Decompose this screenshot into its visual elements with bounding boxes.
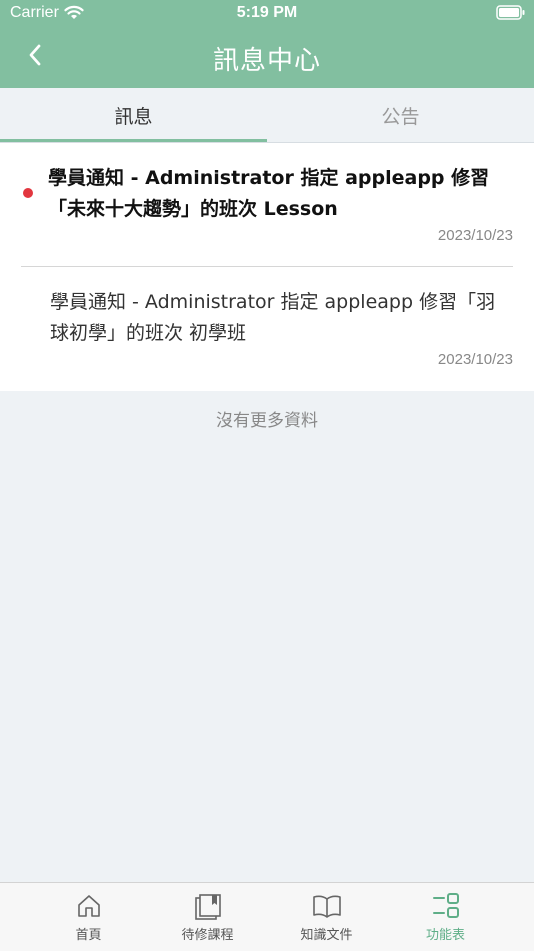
message-date: 2023/10/23 — [437, 227, 513, 244]
segmented-tabs: 訊息 公告 — [0, 88, 534, 143]
tab-messages[interactable]: 訊息 — [0, 88, 267, 142]
tabbar-label: 首頁 — [75, 928, 102, 943]
message-date: 2023/10/23 — [437, 351, 513, 368]
message-text: 學員通知 - Administrator 指定 appleapp 修習「羽球初學… — [50, 291, 496, 344]
tab-announcements[interactable]: 公告 — [267, 88, 534, 142]
book-icon — [312, 893, 342, 923]
message-item[interactable]: 學員通知 - Administrator 指定 appleapp 修習「羽球初學… — [0, 267, 534, 391]
bottom-tab-bar: 首頁 待修課程 知識文件 功能表 — [0, 882, 534, 951]
no-more-data-label: 沒有更多資料 — [216, 411, 318, 431]
battery-icon — [496, 5, 526, 24]
home-icon — [76, 893, 102, 923]
status-bar: Carrier 5:19 PM — [0, 0, 534, 28]
tabbar-item-docs[interactable]: 知識文件 — [267, 883, 386, 951]
message-list: 學員通知 - Administrator 指定 appleapp 修習「未來十大… — [0, 143, 534, 391]
menu-icon — [432, 893, 460, 923]
tabbar-item-courses[interactable]: 待修課程 — [148, 883, 267, 951]
tabbar-label: 待修課程 — [181, 928, 234, 943]
unread-indicator — [23, 188, 33, 198]
course-icon — [194, 893, 222, 925]
clock: 5:19 PM — [236, 4, 298, 21]
active-tab-indicator — [0, 139, 267, 142]
message-text: 學員通知 - Administrator 指定 appleapp 修習「未來十大… — [48, 167, 490, 220]
tabbar-label: 功能表 — [425, 928, 465, 943]
tabbar-label: 知識文件 — [300, 928, 353, 943]
message-item[interactable]: 學員通知 - Administrator 指定 appleapp 修習「未來十大… — [0, 143, 534, 267]
page-title: 訊息中心 — [212, 46, 321, 76]
tabbar-item-home[interactable]: 首頁 — [29, 883, 148, 951]
tabbar-item-menu[interactable]: 功能表 — [386, 883, 505, 951]
app-header: Carrier 5:19 PM 訊息中心 — [0, 0, 534, 88]
